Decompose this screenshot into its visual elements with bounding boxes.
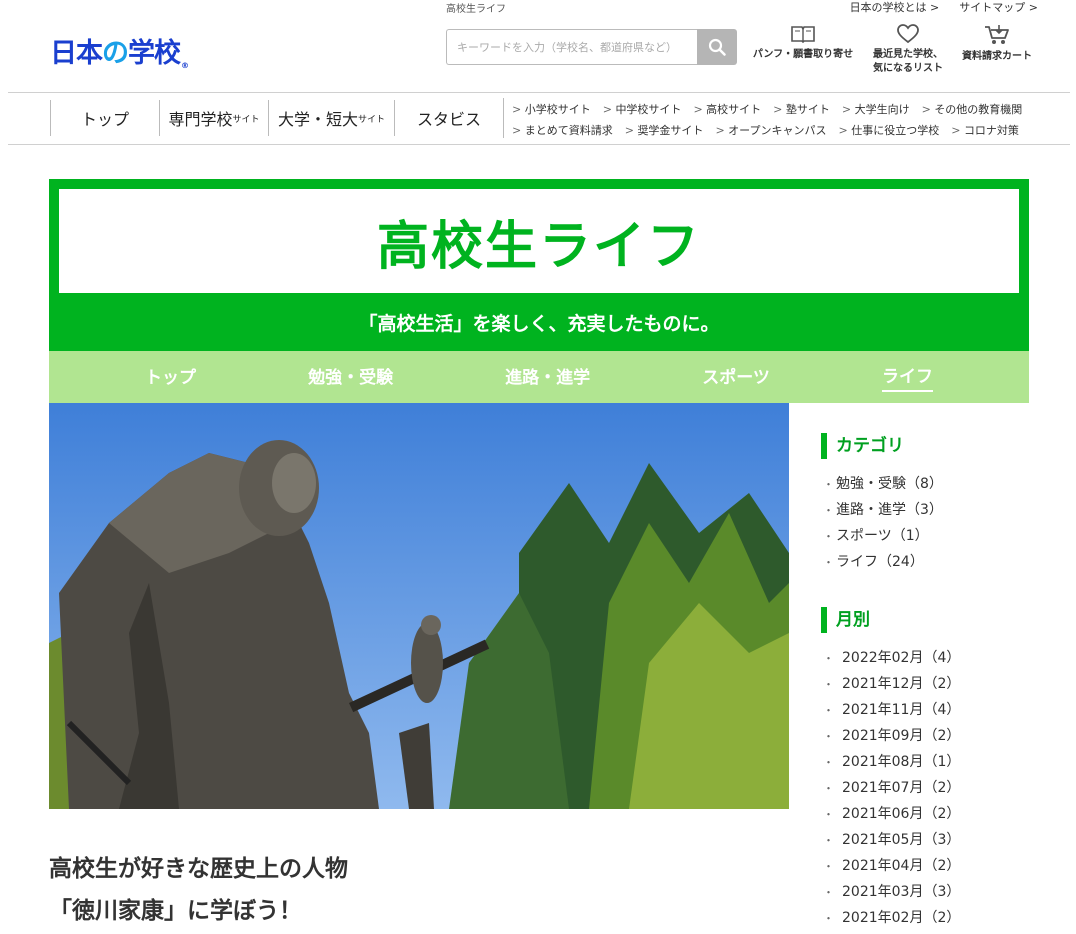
- util-links: 日本の学校とは サイトマップ: [850, 0, 1038, 15]
- hero-title-box: 高校生ライフ: [59, 189, 1019, 293]
- page-title[interactable]: 高校生ライフ: [377, 204, 701, 279]
- logo-text-2: の: [102, 38, 129, 69]
- subnav-link[interactable]: 小学校サイト: [512, 101, 591, 117]
- month-item[interactable]: 2021年12月（2）: [823, 671, 960, 697]
- gnav-vocational-label: 専門学校: [168, 110, 233, 129]
- cart-label: 資料請求カート: [962, 51, 1032, 62]
- cart-button[interactable]: 資料請求カート: [958, 24, 1036, 64]
- monthly-archive-list: 2022年02月（4） 2021年12月（2） 2021年11月（4） 2021…: [823, 645, 960, 931]
- logo-text-1: 日本: [50, 38, 103, 69]
- article-hero-image[interactable]: [49, 403, 789, 809]
- breadcrumb: 高校生ライフ: [446, 4, 506, 15]
- month-item[interactable]: 2021年02月（2）: [823, 905, 960, 931]
- divider: [8, 92, 1070, 93]
- favorites-label-1: 最近見た学校、: [873, 49, 943, 60]
- category-item[interactable]: 勉強・受験（8）: [823, 471, 943, 497]
- book-icon: [791, 26, 815, 44]
- gnav-top-label: トップ: [80, 110, 129, 129]
- gnav-stabis-label: スタビス: [416, 110, 481, 129]
- about-link[interactable]: 日本の学校とは: [850, 0, 940, 15]
- month-item[interactable]: 2021年07月（2）: [823, 775, 960, 801]
- month-item[interactable]: 2021年06月（2）: [823, 801, 960, 827]
- gnav-top[interactable]: トップ: [50, 100, 159, 136]
- gnav-stabis[interactable]: スタビス: [394, 100, 503, 136]
- tab-top[interactable]: トップ: [145, 363, 196, 391]
- subnav-link[interactable]: オープンキャンパス: [715, 122, 826, 138]
- subnav-link[interactable]: まとめて資料請求: [512, 122, 613, 138]
- category-item[interactable]: 進路・進学（3）: [823, 497, 943, 523]
- month-item[interactable]: 2021年09月（2）: [823, 723, 960, 749]
- month-item[interactable]: 2022年02月（4）: [823, 645, 960, 671]
- cart-icon: [985, 25, 1009, 44]
- tab-life[interactable]: ライフ: [881, 362, 933, 392]
- tab-career[interactable]: 進路・進学: [505, 363, 590, 391]
- logo-reg: ®: [181, 61, 189, 70]
- month-item[interactable]: 2021年08月（1）: [823, 749, 960, 775]
- favorites-label-2: 気になるリスト: [873, 62, 943, 74]
- pamphlet-label: パンフ・願書取り寄せ: [752, 49, 854, 60]
- tab-sports[interactable]: スポーツ: [702, 363, 770, 391]
- gnav-university-suffix: サイト: [358, 114, 386, 125]
- subnav-link[interactable]: その他の教育機関: [922, 101, 1022, 117]
- category-list: 勉強・受験（8） 進路・進学（3） スポーツ（1） ライフ（24）: [823, 471, 943, 575]
- divider: [8, 144, 1070, 145]
- subnav-link[interactable]: コロナ対策: [951, 122, 1019, 138]
- month-item[interactable]: 2021年11月（4）: [823, 697, 960, 723]
- search-input[interactable]: [446, 29, 698, 65]
- sub-nav-row-2: まとめて資料請求 奨学金サイト オープンキャンパス 仕事に役立つ学校 コロナ対策: [512, 119, 1034, 140]
- tab-study[interactable]: 勉強・受験: [308, 363, 393, 391]
- heart-icon: [897, 24, 919, 44]
- subnav-link[interactable]: 奨学金サイト: [625, 122, 703, 138]
- gnav-vocational-suffix: サイト: [232, 114, 260, 125]
- month-item[interactable]: 2021年05月（3）: [823, 827, 960, 853]
- monthly-heading: 月別: [821, 607, 870, 633]
- category-item[interactable]: スポーツ（1）: [823, 523, 943, 549]
- month-item[interactable]: 2021年03月（3）: [823, 879, 960, 905]
- article-title[interactable]: 高校生が好きな歴史上の人物 「徳川家康」に学ぼう！: [49, 848, 348, 932]
- global-nav: トップ 専門学校 サイト 大学・短大 サイト スタビス: [50, 100, 503, 136]
- pamphlet-request-button[interactable]: パンフ・願書取り寄せ: [752, 24, 854, 62]
- logo-text-3: 学校: [128, 38, 181, 69]
- gnav-university-label: 大学・短大: [277, 110, 358, 129]
- site-header: 日本の学校® 高校生ライフ 日本の学校とは サイトマップ パンフ・願書取り寄せ …: [0, 0, 1076, 92]
- subnav-link[interactable]: 仕事に役立つ学校: [839, 122, 939, 138]
- sub-nav: 小学校サイト 中学校サイト 高校サイト 塾サイト 大学生向け その他の教育機関 …: [503, 98, 1034, 138]
- favorites-button[interactable]: 最近見た学校、 気になるリスト: [868, 24, 948, 75]
- hero-tagline: 「高校生活」を楽しく、充実したものに。: [358, 313, 720, 335]
- category-item[interactable]: ライフ（24）: [823, 549, 943, 575]
- site-logo[interactable]: 日本の学校®: [50, 31, 189, 70]
- category-nav: トップ 勉強・受験 進路・進学 スポーツ ライフ: [49, 351, 1029, 403]
- sub-nav-row-1: 小学校サイト 中学校サイト 高校サイト 塾サイト 大学生向け その他の教育機関: [512, 98, 1034, 119]
- gnav-vocational[interactable]: 専門学校 サイト: [159, 100, 268, 136]
- subnav-link[interactable]: 中学校サイト: [603, 101, 681, 117]
- subnav-link[interactable]: 大学生向け: [842, 101, 910, 117]
- subnav-link[interactable]: 塾サイト: [773, 101, 830, 117]
- search-bar: [446, 29, 737, 65]
- gnav-university[interactable]: 大学・短大 サイト: [268, 100, 394, 136]
- statue-photo: [49, 403, 789, 809]
- month-item[interactable]: 2021年04月（2）: [823, 853, 960, 879]
- search-icon: [708, 38, 726, 56]
- subnav-link[interactable]: 高校サイト: [693, 101, 761, 117]
- category-heading: カテゴリ: [821, 433, 904, 459]
- article-title-line-1: 高校生が好きな歴史上の人物: [49, 856, 348, 882]
- article-title-line-2: 「徳川家康」に学ぼう！: [49, 898, 302, 924]
- hero-banner: 高校生ライフ 「高校生活」を楽しく、充実したものに。: [49, 179, 1029, 351]
- search-button[interactable]: [697, 29, 737, 65]
- sitemap-link[interactable]: サイトマップ: [959, 0, 1038, 15]
